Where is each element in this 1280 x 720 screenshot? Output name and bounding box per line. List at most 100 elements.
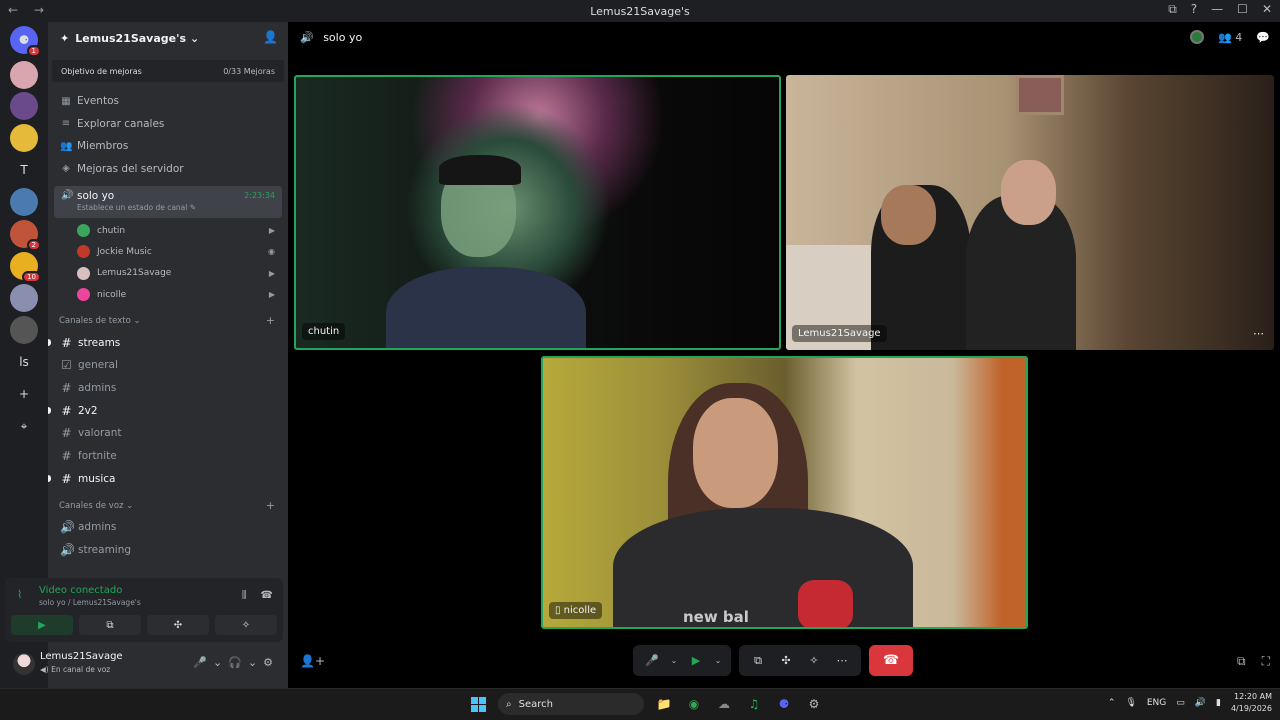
invite-icon[interactable]: 👤+ xyxy=(300,654,325,668)
chevron-down-icon[interactable]: ⌄ xyxy=(711,648,725,673)
maximize-button[interactable]: ☐ xyxy=(1237,2,1248,17)
taskbar-app-icon[interactable]: ☁ xyxy=(714,694,734,714)
server-icon[interactable] xyxy=(10,188,38,216)
voice-user[interactable]: chutin ▶ xyxy=(48,220,288,241)
voice-category[interactable]: Canales de voz ⌄ + xyxy=(48,490,288,516)
server-name: Lemus21Savage's xyxy=(75,31,187,45)
add-member-icon[interactable]: 👤 xyxy=(263,30,278,44)
voice-user[interactable]: Jockie Music ◉ xyxy=(48,241,288,262)
text-channel-2v2[interactable]: #2v2 xyxy=(48,399,288,422)
server-icon[interactable] xyxy=(10,284,38,312)
server-icon[interactable]: ⚈ 1 xyxy=(10,26,41,57)
taskbar-app-icon[interactable]: ⚙ xyxy=(804,694,824,714)
server-icon[interactable]: ls xyxy=(10,348,38,376)
text-channel-fortnite[interactable]: # fortnite xyxy=(48,445,288,468)
settings-gear-icon[interactable]: ⚙ xyxy=(263,656,273,669)
server-icon[interactable] xyxy=(10,92,38,120)
server-icon[interactable] xyxy=(10,316,38,344)
activities-button[interactable]: ✣ xyxy=(773,648,799,673)
sidebar-nav-item[interactable]: 👥 Miembros xyxy=(48,135,288,158)
voice-channel-admins[interactable]: 🔊 admins xyxy=(48,516,288,539)
headphones-icon[interactable]: 🎧 xyxy=(228,656,242,669)
minimize-button[interactable]: — xyxy=(1211,2,1223,17)
video-tile-lemus21savage[interactable]: Lemus21Savage ⋯ xyxy=(786,75,1274,350)
call-area: 🔊 solo yo 👥 4 💬 chutin Lemus21Savage ⋯ n… xyxy=(288,22,1280,688)
activity-icon[interactable] xyxy=(1190,30,1205,44)
taskbar-app-icon[interactable]: 📁 xyxy=(654,694,674,714)
avatar[interactable] xyxy=(13,653,35,675)
sidebar-nav-item[interactable]: ≡ Explorar canales xyxy=(48,113,288,136)
username[interactable]: Lemus21Savage xyxy=(40,651,123,662)
close-button[interactable]: ✕ xyxy=(1262,2,1272,17)
video-tile-nicolle[interactable]: new bal ▯ nicolle xyxy=(541,356,1028,629)
help-icon[interactable]: ? xyxy=(1191,2,1197,17)
server-icon[interactable]: 2 xyxy=(10,220,41,251)
network-icon[interactable]: ▭ xyxy=(1176,698,1185,708)
volume-icon[interactable]: 🔊 xyxy=(1195,698,1206,708)
inbox-icon[interactable]: ⧉ xyxy=(1168,2,1177,17)
text-category[interactable]: Canales de texto ⌄ + xyxy=(48,305,288,331)
text-channel-musica[interactable]: # musica xyxy=(48,467,288,490)
chevron-down-icon[interactable]: ⌄ xyxy=(248,656,257,669)
fullscreen-icon[interactable]: ⛶ xyxy=(1262,654,1270,669)
voice-user-name: Lemus21Savage xyxy=(97,268,172,279)
more-options-icon[interactable]: ⋯ xyxy=(1253,327,1264,340)
chevron-up-icon[interactable]: ⌃ xyxy=(1108,698,1116,708)
noise-suppression-icon[interactable]: ⫼ xyxy=(242,590,247,601)
voice-user[interactable]: Lemus21Savage ▶ xyxy=(48,263,288,284)
chevron-down-icon[interactable]: ⌄ xyxy=(667,648,681,673)
voice-channel-streaming[interactable]: 🔊 streaming xyxy=(48,539,288,562)
server-icon[interactable]: ⌖ xyxy=(10,412,38,440)
microphone-icon[interactable]: 🎙 xyxy=(1125,698,1136,708)
boost-goal-bar[interactable]: Objetivo de mejoras 0/33 Mejoras xyxy=(52,60,284,82)
taskbar-app-icon[interactable]: ♫ xyxy=(744,694,764,714)
text-channel-admins[interactable]: # admins xyxy=(48,377,288,400)
language-indicator[interactable]: ENG xyxy=(1147,698,1166,708)
disconnect-icon[interactable]: ☎ xyxy=(261,590,273,601)
soundboard-button[interactable]: ✧ xyxy=(801,648,827,673)
sidebar-nav-item[interactable]: ◈ Mejoras del servidor xyxy=(48,158,288,181)
clock[interactable]: 12:20 AM 4/19/2026 xyxy=(1231,691,1272,715)
popout-icon[interactable]: ⧉ xyxy=(1237,654,1246,669)
add-channel-icon[interactable]: + xyxy=(266,314,275,327)
connection-status[interactable]: Video conectado xyxy=(39,585,122,596)
screen-share-button[interactable]: ⧉ xyxy=(745,648,771,673)
channel-name: streams xyxy=(78,336,121,349)
server-header[interactable]: ✦ Lemus21Savage's ⌄ 👤 xyxy=(48,22,288,54)
taskbar-app-icon[interactable]: ◉ xyxy=(684,694,704,714)
video-tile-chutin[interactable]: chutin xyxy=(294,75,781,350)
disconnect-button[interactable]: ☎ xyxy=(869,645,913,676)
camera-icon: ◉ xyxy=(268,247,275,257)
server-icon[interactable]: T xyxy=(10,156,38,184)
battery-icon[interactable]: ▮ xyxy=(1216,698,1221,708)
more-options-button[interactable]: ⋯ xyxy=(829,648,855,673)
taskbar-app-icon[interactable]: ⚈ xyxy=(774,694,794,714)
signal-icon[interactable]: ⌇ xyxy=(17,588,22,601)
voice-user[interactable]: nicolle ▶ xyxy=(48,284,288,305)
camera-button[interactable]: ▶ xyxy=(683,648,709,673)
server-icon[interactable]: + xyxy=(10,380,38,408)
start-button[interactable] xyxy=(468,694,488,714)
sidebar-nav-item[interactable]: ▦ Eventos xyxy=(48,90,288,113)
taskbar: ⌕ Search 📁 ◉ ☁ ♫ ⚈ ⚙ ⌃ 🎙 ENG ▭ 🔊 ▮ 12:20 AM 4… xyxy=(0,688,1280,720)
soundboard-button[interactable]: ✧ xyxy=(215,615,277,635)
text-channel-general[interactable]: ☑ general xyxy=(48,354,288,377)
call-header-title: 🔊 solo yo xyxy=(300,31,362,44)
text-channel-streams[interactable]: # streams xyxy=(48,331,288,354)
taskbar-search[interactable]: ⌕ Search xyxy=(498,693,644,715)
camera-button[interactable]: ▶ xyxy=(11,615,73,635)
active-voice-channel[interactable]: 🔊 solo yo 2:23:34 Establece un estado de… xyxy=(54,186,282,218)
chat-icon[interactable]: 💬 xyxy=(1256,31,1270,44)
server-icon[interactable] xyxy=(10,124,38,152)
text-channel-valorant[interactable]: # valorant xyxy=(48,422,288,445)
activities-button[interactable]: ✣ xyxy=(147,615,209,635)
chevron-down-icon[interactable]: ⌄ xyxy=(213,656,222,669)
server-icon[interactable]: 10 xyxy=(10,252,41,283)
channel-status[interactable]: Establece un estado de canal ✎ xyxy=(77,203,282,212)
mute-icon[interactable]: 🎤 xyxy=(193,656,207,669)
add-voice-channel-icon[interactable]: + xyxy=(266,499,275,512)
participants-icon[interactable]: 👥 4 xyxy=(1218,31,1242,44)
screen-share-button[interactable]: ⧉ xyxy=(79,615,141,635)
microphone-button[interactable]: 🎤 xyxy=(639,648,665,673)
server-icon[interactable] xyxy=(10,61,38,89)
